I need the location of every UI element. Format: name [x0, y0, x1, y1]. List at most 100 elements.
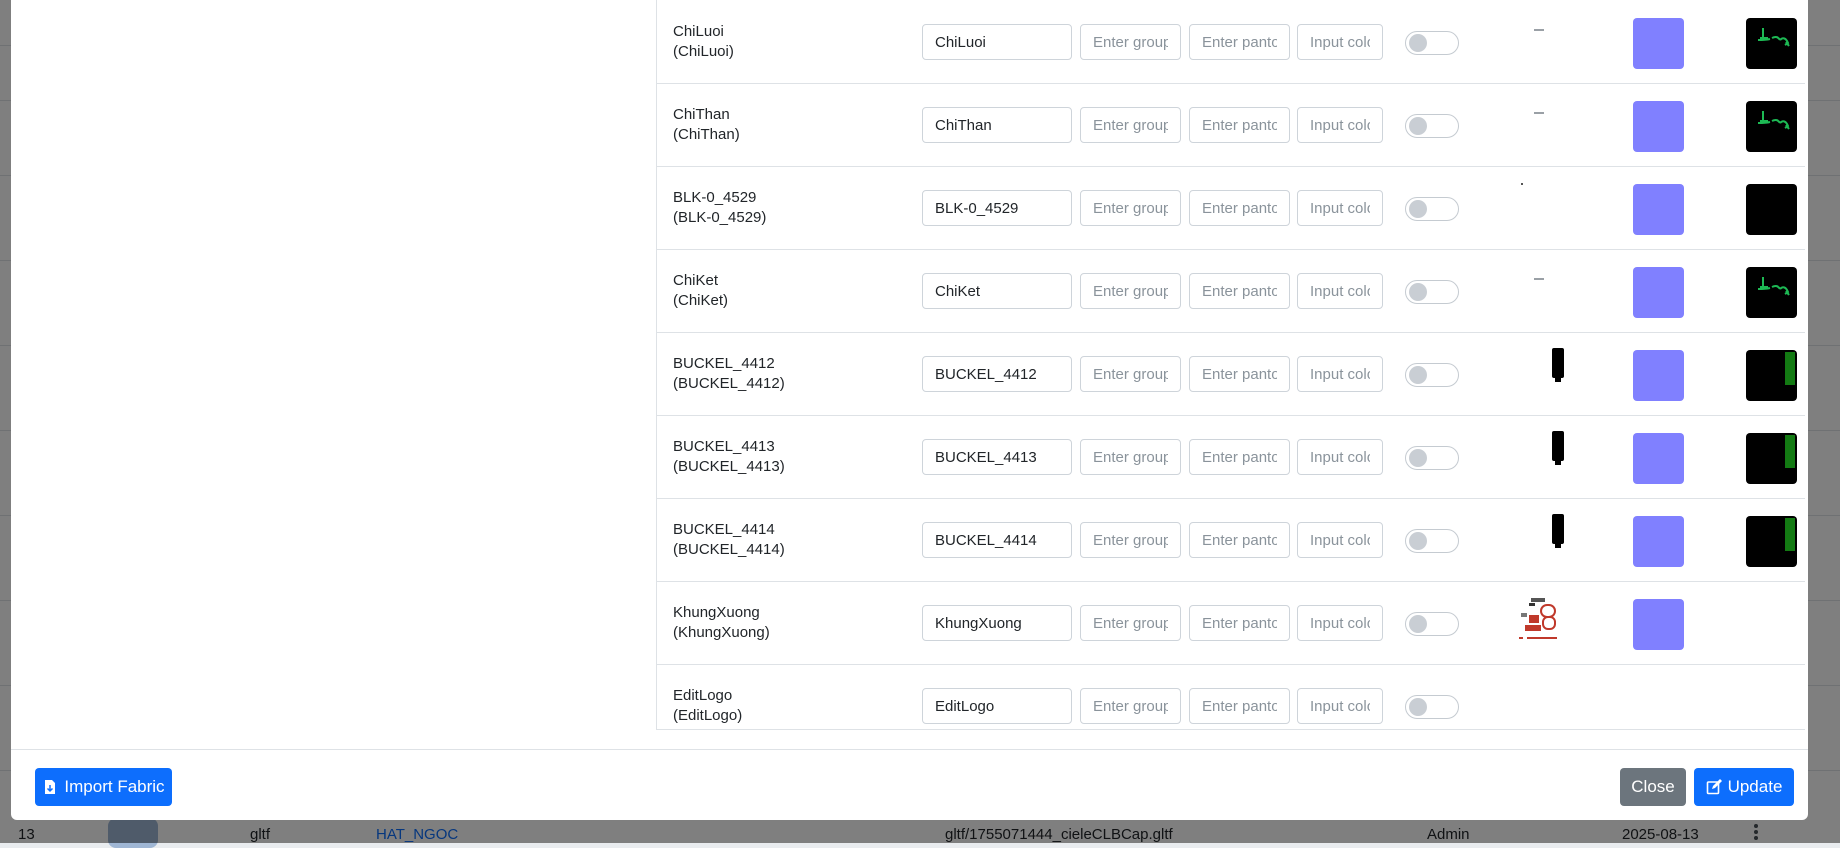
pantone-input[interactable]	[1189, 190, 1290, 226]
fabric-name-cell: BUCKEL_4412 (BUCKEL_4412)	[673, 332, 785, 415]
fabric-name-cell: ChiKet (ChiKet)	[673, 249, 728, 332]
file-import-icon	[45, 780, 56, 794]
fabric-name-cell: ChiThan (ChiThan)	[673, 83, 740, 166]
table-row: BLK-0_4529 (BLK-0_4529)	[657, 166, 1805, 250]
fabric-name-cell: BUCKEL_4414 (BUCKEL_4414)	[673, 498, 785, 581]
color-input[interactable]	[1297, 107, 1383, 143]
color-input[interactable]	[1297, 24, 1383, 60]
color-input[interactable]	[1297, 605, 1383, 641]
fabric-name-input[interactable]	[922, 688, 1072, 724]
color-swatch[interactable]	[1633, 184, 1684, 235]
fabric-name-sub: (BUCKEL_4414)	[673, 540, 785, 558]
group-input[interactable]	[1080, 605, 1181, 641]
update-label: Update	[1727, 777, 1783, 796]
toggle-switch[interactable]	[1405, 446, 1459, 470]
fabric-name-sub: (ChiLuoi)	[673, 42, 734, 60]
toggle-switch[interactable]	[1405, 114, 1459, 138]
group-input[interactable]	[1080, 107, 1181, 143]
fabric-name: ChiKet	[673, 271, 719, 289]
color-input[interactable]	[1297, 522, 1383, 558]
fabric-name-input[interactable]	[922, 190, 1072, 226]
color-input[interactable]	[1297, 356, 1383, 392]
pantone-input[interactable]	[1189, 522, 1290, 558]
close-button[interactable]: Close	[1620, 768, 1686, 806]
pantone-input[interactable]	[1189, 688, 1290, 724]
color-input[interactable]	[1297, 273, 1383, 309]
fabric-name-input[interactable]	[922, 605, 1072, 641]
texture-thumbnail	[1534, 29, 1544, 31]
preview-image	[1746, 18, 1797, 69]
fabric-name-cell: KhungXuong (KhungXuong)	[673, 581, 770, 664]
color-swatch[interactable]	[1633, 599, 1684, 650]
color-swatch[interactable]	[1633, 516, 1684, 567]
fabric-name-input[interactable]	[922, 439, 1072, 475]
table-row: ChiThan (ChiThan)	[657, 83, 1805, 167]
pantone-input[interactable]	[1189, 107, 1290, 143]
toggle-switch[interactable]	[1405, 197, 1459, 221]
preview-image	[1746, 184, 1797, 235]
fabric-name-sub: (ChiThan)	[673, 125, 740, 143]
fabric-name: BUCKEL_4413	[673, 437, 775, 455]
table-row: BUCKEL_4414 (BUCKEL_4414)	[657, 498, 1805, 582]
import-fabric-button[interactable]: Import Fabric	[35, 768, 172, 806]
pantone-input[interactable]	[1189, 605, 1290, 641]
toggle-switch[interactable]	[1405, 612, 1459, 636]
fabric-name-input[interactable]	[922, 24, 1072, 60]
toggle-switch[interactable]	[1405, 363, 1459, 387]
color-input[interactable]	[1297, 688, 1383, 724]
pantone-input[interactable]	[1189, 24, 1290, 60]
fabric-name: BUCKEL_4412	[673, 354, 775, 372]
color-swatch[interactable]	[1633, 433, 1684, 484]
fabric-name-sub: (BUCKEL_4413)	[673, 457, 785, 475]
fabric-table: ChiLuoi (ChiLuoi) ChiThan (ChiThan)	[656, 0, 1805, 730]
fabric-name-input[interactable]	[922, 107, 1072, 143]
texture-thumbnail	[1534, 278, 1544, 280]
preview-green-strip	[1785, 435, 1795, 468]
fabric-name-input[interactable]	[922, 273, 1072, 309]
fabric-name: BUCKEL_4414	[673, 520, 775, 538]
group-input[interactable]	[1080, 439, 1181, 475]
preview-image	[1746, 433, 1797, 484]
group-input[interactable]	[1080, 522, 1181, 558]
color-swatch[interactable]	[1633, 101, 1684, 152]
group-input[interactable]	[1080, 273, 1181, 309]
pantone-input[interactable]	[1189, 439, 1290, 475]
fabric-name-input[interactable]	[922, 522, 1072, 558]
table-row: BUCKEL_4413 (BUCKEL_4413)	[657, 415, 1805, 499]
table-row: ChiLuoi (ChiLuoi)	[657, 0, 1805, 84]
fabric-name-sub: (ChiKet)	[673, 291, 729, 309]
modal-footer: Import Fabric Close Update	[11, 749, 1808, 821]
color-input[interactable]	[1297, 190, 1383, 226]
color-swatch[interactable]	[1633, 18, 1684, 69]
edit-icon	[1706, 779, 1722, 795]
fabric-name: BLK-0_4529	[673, 188, 757, 206]
leaf-preview-graphic	[1757, 28, 1790, 47]
fabric-name-sub: (EditLogo)	[673, 706, 743, 724]
toggle-switch[interactable]	[1405, 31, 1459, 55]
color-swatch[interactable]	[1633, 267, 1684, 318]
import-fabric-label: Import Fabric	[64, 777, 165, 796]
fabric-name: ChiLuoi	[673, 22, 724, 40]
fabric-name-cell: EditLogo (EditLogo)	[673, 664, 742, 747]
group-input[interactable]	[1080, 24, 1181, 60]
group-input[interactable]	[1080, 190, 1181, 226]
fabric-name-cell: BUCKEL_4413 (BUCKEL_4413)	[673, 415, 785, 498]
preview-image	[1746, 101, 1797, 152]
close-label: Close	[1631, 777, 1675, 796]
fabric-name-input[interactable]	[922, 356, 1072, 392]
color-input[interactable]	[1297, 439, 1383, 475]
table-row: BUCKEL_4412 (BUCKEL_4412)	[657, 332, 1805, 416]
fabric-name: ChiThan	[673, 105, 730, 123]
update-button[interactable]: Update	[1694, 768, 1794, 806]
toggle-switch[interactable]	[1405, 280, 1459, 304]
table-row: KhungXuong (KhungXuong)	[657, 581, 1805, 665]
pantone-input[interactable]	[1189, 356, 1290, 392]
group-input[interactable]	[1080, 688, 1181, 724]
fabric-name-sub: (BUCKEL_4412)	[673, 374, 785, 392]
color-swatch[interactable]	[1633, 350, 1684, 401]
toggle-switch[interactable]	[1405, 529, 1459, 553]
logo-texture-thumbnail	[1519, 598, 1557, 639]
toggle-switch[interactable]	[1405, 695, 1459, 719]
pantone-input[interactable]	[1189, 273, 1290, 309]
group-input[interactable]	[1080, 356, 1181, 392]
